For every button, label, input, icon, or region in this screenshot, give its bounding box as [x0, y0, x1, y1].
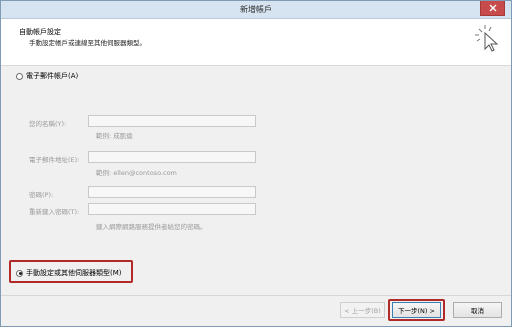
cancel-button[interactable]: 取消	[453, 302, 502, 318]
wizard-header: 自動帳戶設定 手動設定帳戶或連線至其他伺服器類型。	[1, 19, 511, 66]
retype-password-label: 重新鍵入密碼(T):	[29, 208, 80, 216]
email-label: 電子郵件地址(E):	[29, 156, 80, 164]
manual-setup-radio[interactable]	[16, 269, 23, 277]
close-button[interactable]	[480, 1, 505, 16]
email-account-radio[interactable]	[16, 72, 23, 80]
back-button[interactable]: < 上一步(B)	[340, 302, 385, 318]
password-input[interactable]	[88, 186, 256, 198]
add-account-dialog: 新增帳戶 自動帳戶設定 手動設定帳戶或連線至其他伺服器類型。 電子郵件帳戶(A)…	[0, 0, 512, 327]
password-hint: 鍵入網際網路服務提供者給您的密碼。	[96, 223, 207, 231]
email-hint: 範例: ellen@contoso.com	[96, 169, 177, 177]
title-bar[interactable]: 新增帳戶	[1, 1, 511, 19]
name-label: 您的名稱(Y):	[29, 120, 67, 128]
manual-setup-option[interactable]: 手動設定或其他伺服器類型(M)	[16, 268, 122, 278]
name-input[interactable]	[88, 115, 256, 127]
wizard-cursor-icon	[475, 25, 499, 52]
retype-password-input[interactable]	[88, 203, 256, 215]
email-input[interactable]	[88, 151, 256, 163]
header-subtitle: 手動設定帳戶或連線至其他伺服器類型。	[29, 39, 146, 47]
window-title: 新增帳戶	[240, 5, 272, 14]
email-account-label: 電子郵件帳戶(A)	[26, 72, 79, 80]
close-icon	[489, 4, 496, 12]
manual-setup-label: 手動設定或其他伺服器類型(M)	[26, 269, 122, 277]
header-title: 自動帳戶設定	[19, 28, 61, 36]
footer-divider	[1, 295, 511, 296]
next-button[interactable]: 下一步(N) >	[392, 302, 441, 318]
name-hint: 範例: 成凱倫	[96, 132, 133, 140]
password-label: 密碼(P):	[29, 191, 54, 199]
email-account-option[interactable]: 電子郵件帳戶(A)	[16, 71, 78, 81]
